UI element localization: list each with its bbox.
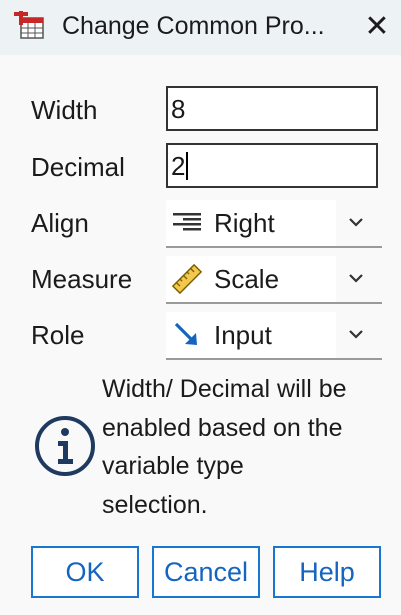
align-underline bbox=[166, 246, 382, 248]
measure-value: Scale bbox=[214, 264, 280, 294]
align-dropdown[interactable]: Right bbox=[166, 200, 382, 248]
window-title: Change Common Pro... bbox=[62, 12, 325, 40]
info-message: Width/ Decimal will be enabled based on … bbox=[102, 370, 392, 524]
role-dropdown[interactable]: Input bbox=[166, 312, 382, 360]
info-line: enabled based on the bbox=[102, 413, 343, 442]
decimal-input[interactable]: 2 bbox=[166, 143, 378, 188]
title-bar: Change Common Pro... ✕ bbox=[0, 0, 401, 55]
text-caret bbox=[186, 152, 189, 181]
role-value: Input bbox=[214, 320, 272, 350]
ok-button[interactable]: OK bbox=[31, 546, 139, 598]
info-line: selection. bbox=[102, 490, 208, 519]
measure-dropdown[interactable]: Scale bbox=[166, 256, 382, 304]
chevron-down-icon bbox=[349, 218, 363, 227]
align-value: Right bbox=[214, 208, 275, 238]
decimal-value: 2 bbox=[171, 151, 186, 181]
width-label: Width bbox=[31, 95, 98, 125]
role-underline bbox=[166, 358, 382, 360]
measure-underline bbox=[166, 302, 382, 304]
info-line: Width/ Decimal will be bbox=[102, 375, 347, 403]
close-icon: ✕ bbox=[364, 9, 390, 44]
chevron-down-icon bbox=[349, 274, 363, 283]
align-right-icon bbox=[173, 213, 201, 231]
info-icon bbox=[35, 416, 95, 476]
info-line: variable type bbox=[102, 452, 244, 480]
close-button[interactable]: ✕ bbox=[358, 8, 396, 46]
ruler-scale-icon bbox=[171, 264, 203, 294]
input-arrow-icon bbox=[174, 322, 197, 345]
chevron-down-icon bbox=[349, 330, 363, 339]
decimal-label: Decimal bbox=[31, 152, 125, 182]
align-label: Align bbox=[31, 208, 89, 238]
help-button[interactable]: Help bbox=[273, 546, 381, 598]
width-input[interactable]: 8 bbox=[166, 86, 378, 131]
role-label: Role bbox=[31, 320, 85, 350]
app-icon bbox=[14, 11, 44, 39]
width-value: 8 bbox=[171, 94, 186, 124]
measure-label: Measure bbox=[31, 264, 133, 294]
cancel-button[interactable]: Cancel bbox=[152, 546, 260, 598]
